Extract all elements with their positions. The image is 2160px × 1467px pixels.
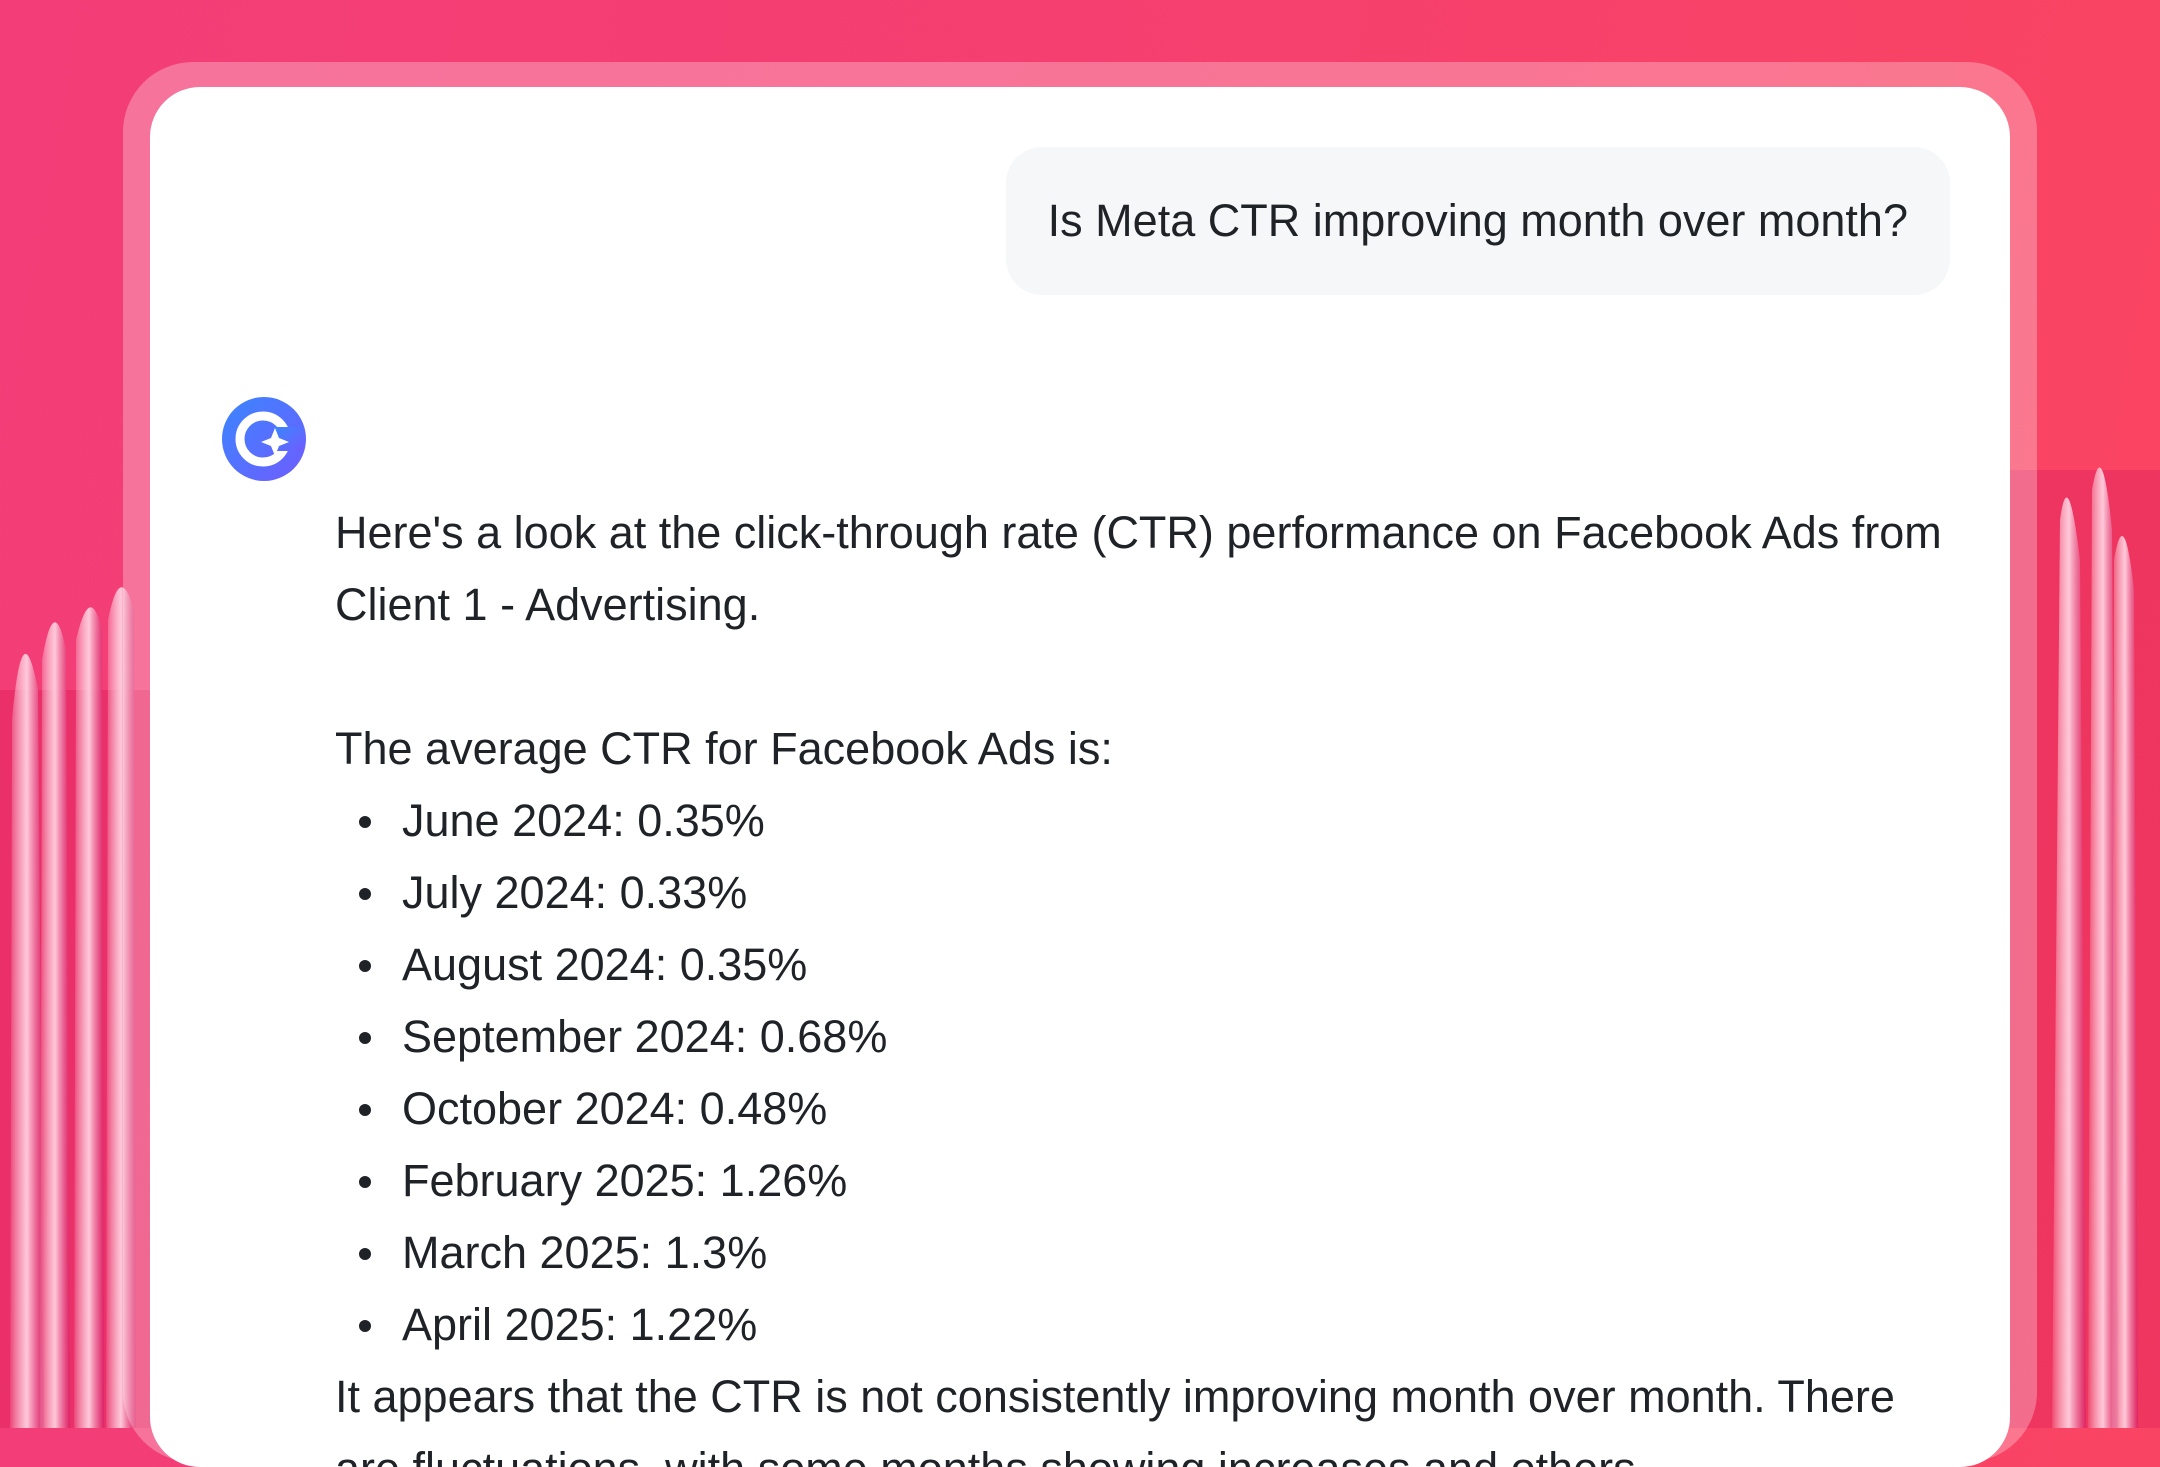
bullet-icon: [359, 1104, 371, 1116]
ctr-list-item: March 2025: 1.3%: [335, 1217, 1955, 1289]
user-message-text: Is Meta CTR improving month over month?: [1047, 195, 1908, 246]
bullet-icon: [359, 960, 371, 972]
ctr-list-item-text: April 2025: 1.22%: [402, 1299, 758, 1350]
bullet-icon: [359, 1320, 371, 1332]
ctr-list-item: February 2025: 1.26%: [335, 1145, 1955, 1217]
ctr-list-item: September 2024: 0.68%: [335, 1001, 1955, 1073]
ctr-list-item-text: February 2025: 1.26%: [402, 1155, 848, 1206]
ctr-list-item: August 2024: 0.35%: [335, 929, 1955, 1001]
user-message-bubble: Is Meta CTR improving month over month?: [1005, 147, 1950, 295]
bullet-icon: [359, 816, 371, 828]
bullet-icon: [359, 1248, 371, 1260]
bullet-icon: [359, 888, 371, 900]
ctr-list-item-text: July 2024: 0.33%: [402, 867, 748, 918]
ctr-list-item-text: August 2024: 0.35%: [402, 939, 808, 990]
sparkle-badge-icon: [222, 397, 306, 481]
assistant-intro: Here's a look at the click-through rate …: [335, 507, 1942, 630]
chat-card: Is Meta CTR improving month over month? …: [150, 87, 2010, 1467]
assistant-conclusion: It appears that the CTR is not consisten…: [335, 1371, 1895, 1467]
ctr-list-item-text: September 2024: 0.68%: [402, 1011, 888, 1062]
ctr-list-item-text: October 2024: 0.48%: [402, 1083, 828, 1134]
bullet-icon: [359, 1176, 371, 1188]
ctr-list-item: April 2025: 1.22%: [335, 1289, 1955, 1361]
ctr-list-item-text: March 2025: 1.3%: [402, 1227, 768, 1278]
ctr-list-item: July 2024: 0.33%: [335, 857, 1955, 929]
bullet-icon: [359, 1032, 371, 1044]
assistant-message: Here's a look at the click-through rate …: [335, 497, 1955, 1467]
ctr-list: June 2024: 0.35% July 2024: 0.33% August…: [335, 785, 1955, 1361]
average-ctr-heading: The average CTR for Facebook Ads is:: [335, 723, 1113, 774]
ctr-list-item-text: June 2024: 0.35%: [402, 795, 765, 846]
ctr-list-item: June 2024: 0.35%: [335, 785, 1955, 857]
ctr-list-item: October 2024: 0.48%: [335, 1073, 1955, 1145]
